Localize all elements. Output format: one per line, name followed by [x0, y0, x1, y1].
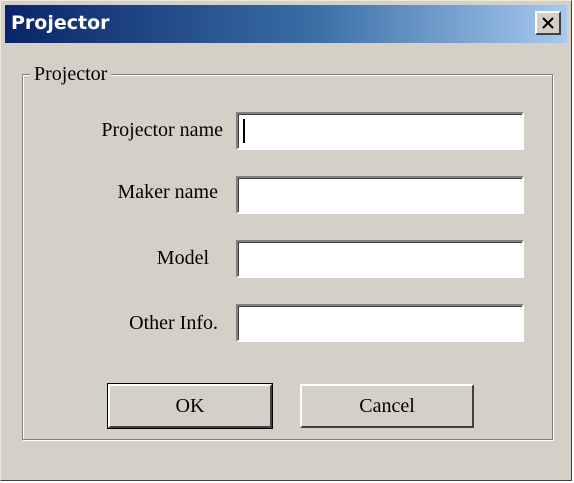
model-label: Model	[156, 247, 209, 269]
text-cursor	[243, 119, 245, 143]
other-info-input[interactable]	[236, 304, 524, 342]
close-button[interactable]	[535, 11, 561, 35]
projector-name-input[interactable]	[236, 112, 524, 150]
cancel-button[interactable]: Cancel	[300, 384, 474, 428]
maker-name-label: Maker name	[117, 181, 218, 203]
ok-button[interactable]: OK	[107, 383, 273, 429]
projector-name-label: Projector name	[101, 119, 223, 141]
groupbox-label: Projector	[30, 62, 112, 86]
close-icon	[542, 17, 554, 29]
title-bar[interactable]: Projector	[5, 5, 567, 43]
window-title: Projector	[11, 12, 110, 34]
other-info-label: Other Info.	[129, 312, 218, 334]
maker-name-input[interactable]	[236, 176, 524, 214]
model-input[interactable]	[236, 240, 524, 278]
